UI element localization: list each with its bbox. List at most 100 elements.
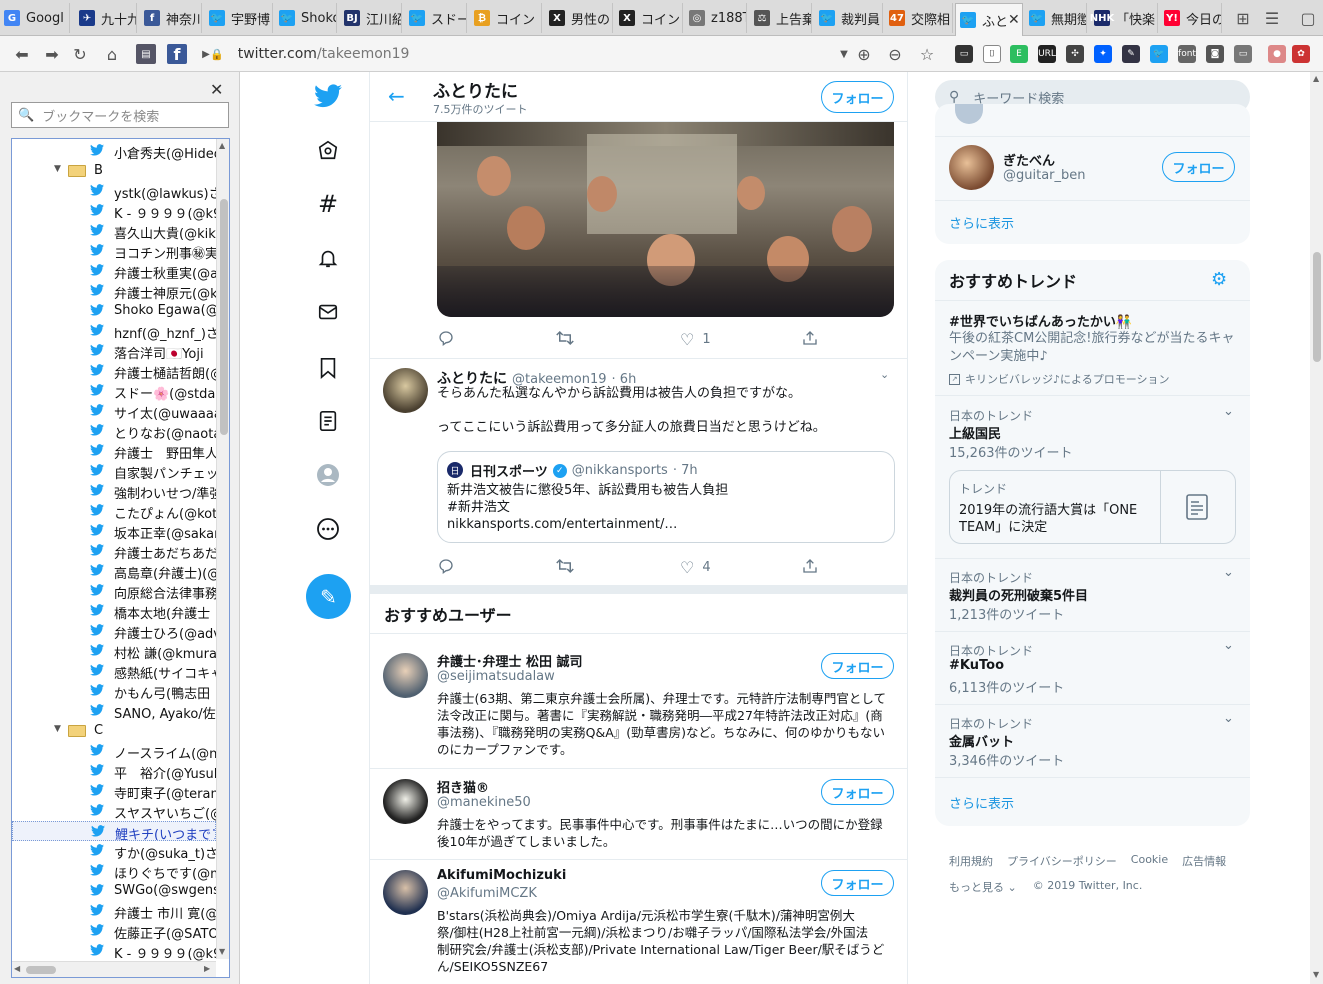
like-button[interactable]: ♡ 4 <box>680 558 711 577</box>
bookmark-item[interactable]: ystk(@lawkus)さん <box>12 181 216 201</box>
bookmark-item[interactable]: SANO, Ayako/佐 <box>12 701 216 721</box>
bookmark-hscrollbar[interactable]: ◀ ▶ <box>12 961 216 977</box>
bookmark-item[interactable]: 佐藤正子(@SATO <box>12 921 216 941</box>
window-control-icon[interactable]: ▢ <box>1298 8 1318 28</box>
guitar-ben-avatar[interactable] <box>949 145 994 190</box>
bookmark-item[interactable]: 弁護士樋詰哲朗(@ <box>12 361 216 381</box>
bookmark-item[interactable]: 平 裕介(@Yusul <box>12 761 216 781</box>
explore-hashtag-icon[interactable]: # <box>300 184 356 224</box>
page-scrollbar[interactable]: ▲ ▼ <box>1310 72 1323 984</box>
bookmark-item[interactable]: 弁護士あだちあだ <box>12 541 216 561</box>
home-icon[interactable]: ⌂ <box>102 44 122 64</box>
browser-tab[interactable]: ✈ 九十九 <box>75 3 137 33</box>
bookmark-outline-icon[interactable]: ⌷ <box>983 45 1001 63</box>
zoom-in-icon[interactable]: ⊕ <box>854 44 874 64</box>
url-bar[interactable]: 🔒 twitter.com/takeemon19 <box>210 42 860 66</box>
footer-link-ads[interactable]: 広告情報 <box>1182 853 1226 869</box>
footer-link-terms[interactable]: 利用規約 <box>949 853 993 869</box>
bookmark-item[interactable]: Shoko Egawa(@ <box>12 301 216 321</box>
network-icon[interactable]: ✣ <box>1066 45 1084 63</box>
trend-chevron-icon[interactable]: ⌄ <box>1223 404 1234 419</box>
browser-tab[interactable]: X コイン <box>615 3 683 33</box>
footer-link-cookie[interactable]: Cookie <box>1131 853 1168 869</box>
suggested-user-avatar[interactable] <box>383 653 428 698</box>
tweet-photo[interactable] <box>437 116 894 317</box>
trends-show-more[interactable]: さらに表示 <box>935 777 1250 826</box>
suggested-user-handle[interactable]: @seijimatsudalaw <box>437 669 555 684</box>
suggested-user-name[interactable]: 招き猫® <box>437 777 489 796</box>
profile-avatar-icon[interactable] <box>300 455 356 495</box>
like-button[interactable]: ♡ 1 <box>680 330 711 349</box>
menu-icon[interactable]: ☰ <box>1262 8 1282 28</box>
trend-item[interactable]: 日本のトレンド 裁判員の死刑破棄5件目 1,213件のツイート ⌄ <box>935 558 1250 631</box>
bookmark-item[interactable]: 落合洋司🇯🇵Yoji <box>12 341 216 361</box>
bookmark-item[interactable]: 村松 謙(@kmuran <box>12 641 216 661</box>
back-icon[interactable]: ⬅ <box>12 44 32 64</box>
bookmark-item[interactable]: 坂本正幸(@sakan <box>12 521 216 541</box>
bookmark-item[interactable]: K - ９９９９(@k99 <box>12 941 216 961</box>
bookmark-item[interactable]: こたぴょん(@kotac <box>12 501 216 521</box>
zoom-out-icon[interactable]: ⊖ <box>885 44 905 64</box>
bookmark-vscroll-thumb[interactable] <box>220 199 228 435</box>
bookmark-item[interactable]: SWGo(@swgensy <box>12 881 216 901</box>
camera-icon[interactable]: ◙ <box>1206 45 1224 63</box>
browser-tab[interactable]: G Googl <box>0 3 70 33</box>
suggested-user-name[interactable]: 弁護士･弁理士 松田 誠司 <box>437 651 583 670</box>
bookmark-search-input[interactable]: 🔍 ブックマークを検索 <box>11 102 229 128</box>
bookmark-item[interactable]: 弁護士ひろ(@adv <box>12 621 216 641</box>
suggested-follow-button[interactable]: フォロー <box>821 779 894 805</box>
suggested-user[interactable]: 招き猫® @manekine50 フォロー 弁護士をやってます。民事事件中心です。刑事… <box>370 769 907 860</box>
browser-tab[interactable]: ◎ z188T <box>685 3 747 33</box>
scroll-up-icon[interactable]: ▲ <box>1313 74 1319 83</box>
browser-tab[interactable]: 47 交際相 <box>885 3 953 33</box>
footer-link-privacy[interactable]: プライバシーポリシー <box>1007 853 1117 869</box>
more-icon[interactable] <box>300 509 356 549</box>
evernote-icon[interactable]: E <box>1010 45 1028 63</box>
font-icon[interactable]: font <box>1178 45 1196 63</box>
scroll-down-icon[interactable]: ▼ <box>1313 970 1319 979</box>
browser-tab[interactable]: 🐦 ふと ✕ <box>955 3 1023 36</box>
lists-icon[interactable] <box>300 401 356 441</box>
suggested-user-avatar[interactable] <box>383 870 428 915</box>
browser-tab[interactable]: 🐦 裁判員 <box>815 3 883 33</box>
bookmark-item[interactable]: 高島章(弁護士)(@ <box>12 561 216 581</box>
suggested-follow-button[interactable]: フォロー <box>821 653 894 679</box>
wtf-follow-button[interactable]: フォロー <box>1162 152 1235 182</box>
notifications-bell-icon[interactable] <box>300 238 356 278</box>
back-arrow-icon[interactable]: ← <box>388 84 405 108</box>
browser-tab[interactable]: NHK 「快楽 <box>1090 3 1158 33</box>
url-shortener-icon[interactable]: URL <box>1038 45 1056 63</box>
suggested-user-avatar[interactable] <box>383 779 428 824</box>
browser-tab[interactable]: BJ 江川紹 <box>340 3 402 33</box>
page-scroll-thumb[interactable] <box>1313 252 1321 362</box>
footer-more-link[interactable]: もっと見る ⌄ <box>949 879 1017 895</box>
bookmark-vscrollbar[interactable]: ▲ ▼ <box>216 139 229 959</box>
bookmark-item[interactable]: サイ太(@uwaaaa) <box>12 401 216 421</box>
bookmark-item[interactable]: K - ９９９９(@k99 <box>12 201 216 221</box>
reply-icon[interactable] <box>438 558 454 578</box>
twitter-logo-icon[interactable] <box>300 76 356 116</box>
suggested-user-name[interactable]: AkifumiMochizuki <box>437 868 566 883</box>
close-tab-icon[interactable]: ✕ <box>1008 12 1020 28</box>
bookmark-hscroll-thumb[interactable] <box>26 966 56 974</box>
suggested-follow-button[interactable]: フォロー <box>821 870 894 896</box>
bookmark-item[interactable]: 強制わいせつ/準強 <box>12 481 216 501</box>
suggested-user[interactable]: 弁護士･弁理士 松田 誠司 @seijimatsudalaw フォロー 弁護士(63期… <box>370 643 907 769</box>
trend-item[interactable]: 日本のトレンド #KuToo 6,113件のツイート ⌄ <box>935 631 1250 704</box>
suggested-user[interactable]: AkifumiMochizuki @AkifumiMCZK フォロー B'stars(… <box>370 860 907 984</box>
bookmark-item[interactable]: 小倉秀夫(@Hideo <box>12 141 216 161</box>
bookmark-item[interactable]: ほりぐちです(@ms <box>12 861 216 881</box>
browser-tab[interactable]: Y! 今日の <box>1160 3 1222 33</box>
bookmark-item[interactable]: 喜久山大貴(@kik <box>12 221 216 241</box>
tweet-avatar[interactable] <box>383 368 428 413</box>
suggested-user-handle[interactable]: @manekine50 <box>437 795 531 810</box>
browser-tab[interactable]: X 男性の <box>545 3 613 33</box>
bookmark-item[interactable]: 弁護士 市川 寛(@ <box>12 901 216 921</box>
folder-expand-icon[interactable]: ▼ <box>54 724 61 734</box>
wtf-user-name[interactable]: ぎたべん <box>1003 150 1055 169</box>
trend-chevron-icon[interactable]: ⌄ <box>1223 711 1234 726</box>
editor-icon[interactable]: ✎ <box>1122 45 1140 63</box>
scroll-right-icon[interactable]: ▶ <box>204 964 210 973</box>
suggested-user-handle[interactable]: @AkifumiMCZK <box>437 886 537 901</box>
profile-follow-button[interactable]: フォロー <box>821 81 894 113</box>
